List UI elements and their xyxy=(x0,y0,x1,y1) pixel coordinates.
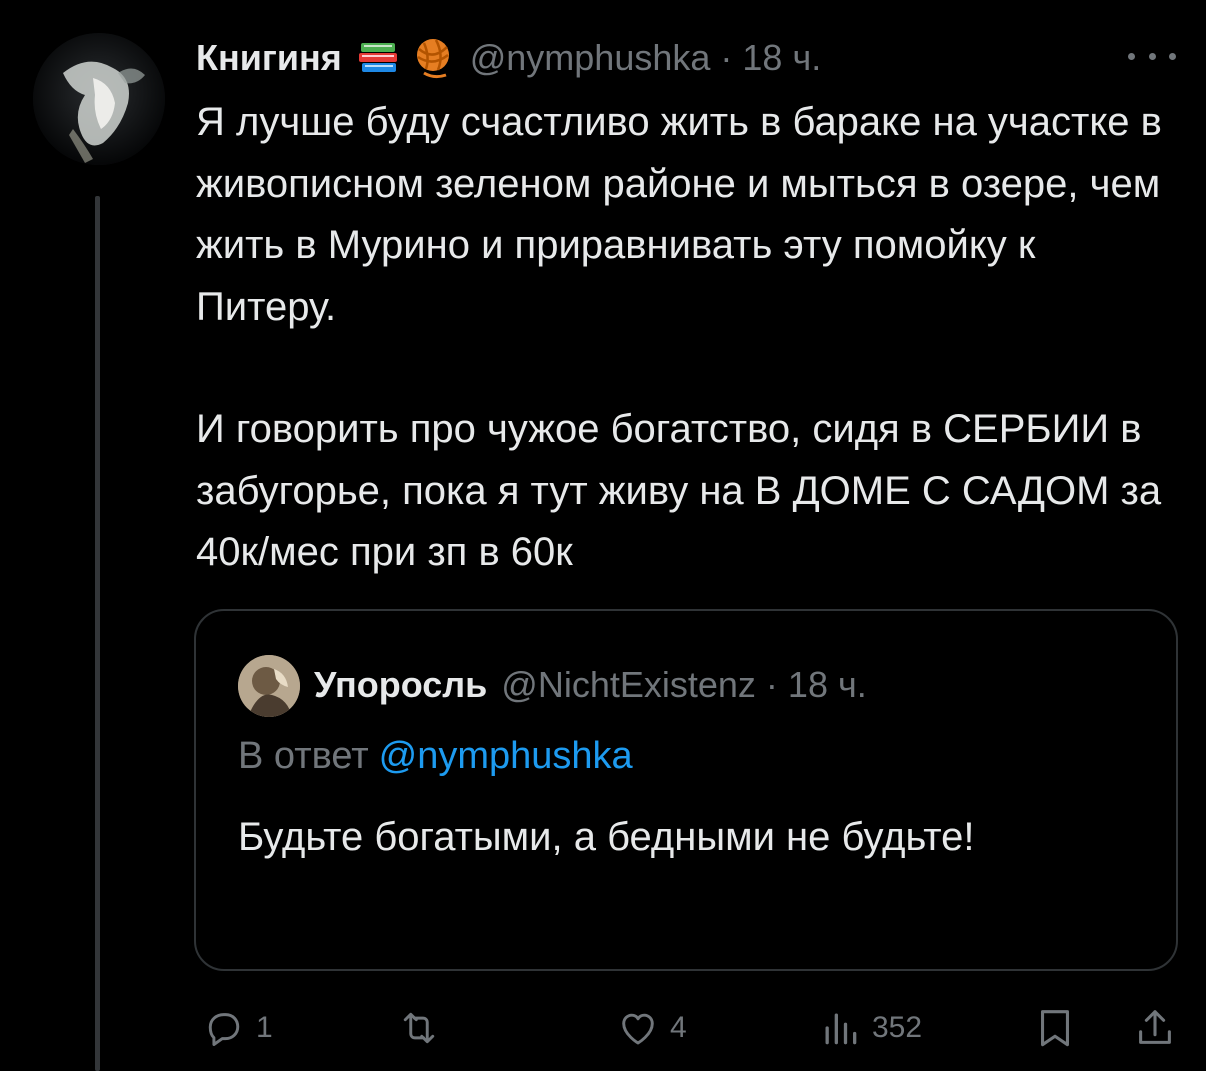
retweet-button[interactable] xyxy=(396,998,452,1058)
avatar-image xyxy=(33,33,165,165)
quoted-handle-time: @NichtExistenz · 18 ч. xyxy=(501,664,867,705)
tweet-time[interactable]: 18 ч. xyxy=(742,37,821,78)
quoted-author-avatar[interactable] xyxy=(238,655,300,717)
bookmark-icon xyxy=(1041,1010,1069,1047)
author-handle[interactable]: @nymphushka xyxy=(470,37,711,78)
views-button[interactable]: 352 xyxy=(818,998,922,1058)
tweet-paragraph: Я лучше буду счастливо жить в бараке на … xyxy=(196,100,1162,329)
tweet-paragraph: И говорить про чужое богатство, сидя в С… xyxy=(196,407,1162,574)
tweet-text: Я лучше буду счастливо жить в бараке на … xyxy=(196,92,1186,584)
share-button[interactable] xyxy=(1132,998,1178,1058)
quoted-author-name[interactable]: Упоросль xyxy=(314,664,487,706)
author-avatar[interactable] xyxy=(33,33,165,165)
more-options-icon[interactable] xyxy=(1128,46,1176,66)
tweet-header: Книгиня @nymphushka · 18 ч. xyxy=(196,30,821,86)
quoted-avatar-image xyxy=(238,655,300,717)
reply-mention-link[interactable]: @nymphushka xyxy=(379,735,633,777)
heart-icon xyxy=(622,1013,654,1045)
bookmark-button[interactable] xyxy=(1032,998,1078,1058)
author-handle-time: @nymphushka · 18 ч. xyxy=(469,37,822,78)
reply-button[interactable]: 1 xyxy=(202,998,273,1058)
reply-icon xyxy=(208,1013,240,1046)
reply-prefix: В ответ xyxy=(238,735,369,777)
like-button[interactable]: 4 xyxy=(616,998,687,1058)
action-bar: 1 4 352 xyxy=(196,998,1186,1058)
quoted-tweet[interactable]: Упоросль @NichtExistenz · 18 ч. В ответ @… xyxy=(194,609,1178,971)
yarn-emoji-icon xyxy=(410,35,456,81)
like-count: 4 xyxy=(670,1011,687,1044)
reply-context: В ответ @nymphushka xyxy=(238,735,633,778)
reply-count: 1 xyxy=(256,1011,273,1044)
quoted-author-handle[interactable]: @NichtExistenz xyxy=(501,664,756,705)
thread-line xyxy=(95,196,100,1071)
quoted-time: 18 ч. xyxy=(787,664,867,705)
books-emoji-icon xyxy=(356,35,402,81)
analytics-icon xyxy=(825,1013,857,1045)
views-count: 352 xyxy=(872,1011,923,1044)
quoted-header: Упоросль @NichtExistenz · 18 ч. xyxy=(314,657,867,713)
author-name[interactable]: Книгиня xyxy=(196,37,342,79)
share-icon xyxy=(1139,1010,1171,1044)
retweet-icon xyxy=(403,1012,435,1044)
quoted-text: Будьте богатыми, а бедными не будьте! xyxy=(238,815,975,859)
